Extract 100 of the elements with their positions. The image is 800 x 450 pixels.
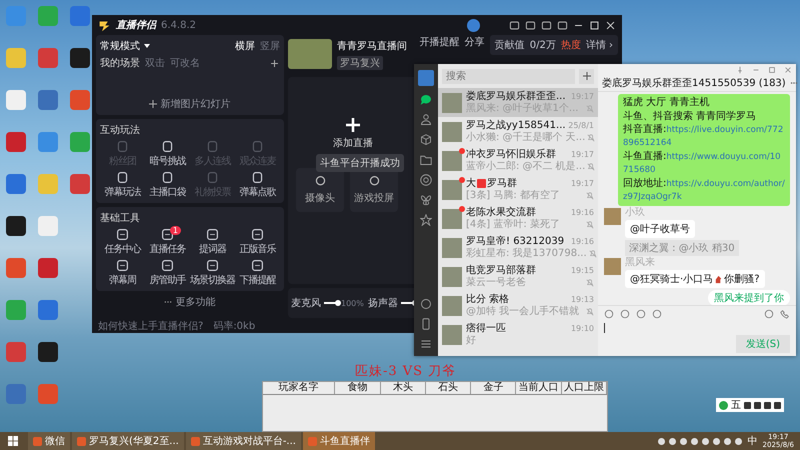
chat-time: 25/8/1 [568,120,594,132]
caret-icon [143,42,152,50]
orientation-tab[interactable]: 竖屏 [260,39,280,53]
app-version: 6.4.8.2 [161,20,196,30]
tool-icon [161,228,174,241]
tool-button[interactable]: 场景切换器 [190,259,235,287]
taskbar-item[interactable]: 微信 [28,432,70,450]
app-shortcut-icon[interactable] [70,48,90,68]
tool-button[interactable]: 直播任务 1 [145,228,190,256]
feature-icon [161,171,174,184]
feature-icon [206,140,219,153]
chat-name: 电竞罗马部落群 [466,264,536,276]
group-avatar-placeholder [442,324,462,344]
scenes-label: 我的场景 [100,56,140,70]
tool-button[interactable]: 提词器 [190,228,235,256]
add-slide-button[interactable]: 新增图片幻灯片 [149,97,231,111]
help-link[interactable]: 如何快速上手直播伴侣? [98,318,204,332]
app-shortcut-icon[interactable] [6,216,26,236]
category-tag[interactable]: 罗马复兴 [337,56,383,70]
ime-indicator[interactable]: 中 [748,434,758,448]
taskbar-item[interactable]: 互动游戏对战平台-... [186,432,301,450]
add-source-button[interactable]: 添加直播 [328,117,378,150]
chat-title: 娄底罗马娱乐群歪歪1451550539 (183) [602,76,786,90]
scene-hint: 双击 [145,56,165,70]
chat-list-item[interactable]: 老陈水果交流群 19:16 [4条] 蓝帝叶: 菜死了 [438,204,598,233]
feature-button[interactable]: 弹幕点歌 [235,171,280,199]
chat-list-item[interactable]: 罗马之战yy158541... 25/8/1 小水獭: @千王是哪个 天... [438,117,598,146]
square-emoji-icon [477,179,486,188]
chat-list-item[interactable]: 罗马皇帝! 63212039 19:16 彩虹星布: 我是1370798... [438,233,598,262]
pin-icon[interactable] [736,66,744,74]
search-field[interactable]: 搜索 [442,68,575,84]
header-action-link[interactable]: 开播提醒 [420,35,460,49]
more-features-button[interactable]: 更多功能 [164,295,216,309]
column-header: 金子 [471,382,516,394]
feature-button[interactable]: 暗号挑战 [145,140,190,168]
maximize-icon[interactable] [589,20,600,30]
message-paragraph: 斗鱼、抖音搜索 青青同学罗马 [623,110,758,122]
feature-button[interactable]: 主播口袋 [145,171,190,199]
chat-time: 19:17 [570,178,594,190]
room-title[interactable]: 青青罗马直播间 [337,38,407,52]
feature-icon [206,171,219,184]
tool-button[interactable]: 任务中心 [100,228,145,256]
emoji-icon[interactable] [604,308,614,318]
source-card[interactable]: 摄像头 [296,168,344,212]
chat-preview: 蓝帝小二郎: @不二 机是... [466,160,586,172]
column-header: 石头 [426,382,472,394]
feature-icon [116,140,129,153]
taskbar-item[interactable]: 斗鱼直播伴 [302,432,375,450]
chat-list-item[interactable]: 比分 索格 19:13 @加特 我一会儿手不错就 [438,291,598,320]
group-avatar-placeholder [442,266,462,286]
butterfly-icon[interactable] [420,194,432,206]
overlay-title: 匹妹-3 VS 刀爷 [355,363,456,380]
chat-time: 19:16 [570,236,594,248]
audio-label: 麦克风 [291,296,321,310]
cube-icon[interactable] [420,134,432,146]
user-avatar-placeholder [604,208,621,225]
logo-icon [98,18,111,32]
chat-preview: [3条] 马腾: 都有空了 [466,190,560,202]
app-title: 直播伴侣 [116,18,156,32]
phone-icon[interactable] [780,308,790,318]
group-avatar-placeholder [442,238,462,258]
game-thumbnail-placeholder [288,39,332,69]
tool-icon [206,228,219,241]
column-header: 木头 [380,382,426,394]
chat-list-item[interactable]: 痞得一匹 19:10 好 [438,320,598,349]
chat-list-item[interactable]: 电竞罗马部落群 19:15 菜云一号老爸 [438,262,598,291]
tool-icon [251,228,264,241]
chat-list-item[interactable]: 冲衣罗马怀旧娱乐群 19:17 蓝帝小二郎: @不二 机是... [438,146,598,175]
feature-button[interactable]: 弹幕玩法 [100,171,145,199]
close-icon[interactable] [605,20,616,30]
chat-time: 19:15 [570,264,594,276]
add-button[interactable] [579,68,594,84]
message-paragraph: 猛虎 大厅 青青主机 [623,97,710,108]
phone-icon[interactable] [420,318,432,330]
chat-preview: 菜云一号老爸 [466,276,526,288]
app-shortcut-icon[interactable] [38,342,58,362]
tool-button[interactable]: 正版音乐 [235,228,280,256]
tool-button[interactable]: 下播提醒 [235,259,280,287]
tool-icon [116,228,129,241]
mode-dropdown[interactable]: 常规模式 [100,39,152,53]
taskbar-item[interactable]: 罗马复兴(华夏2至... [72,432,184,450]
chat-list-item[interactable]: 大 罗马群 19:17 [3条] 马腾: 都有空了 [438,175,598,204]
stats-label: 贡献值 [494,38,525,52]
tool-button[interactable]: 房管助手 [145,259,190,287]
start-icon[interactable] [8,436,18,446]
add-icon[interactable] [269,58,280,68]
tool-icon [116,259,129,272]
contacts-icon[interactable] [420,114,432,126]
section-title: 互动玩法 [100,124,141,137]
user-avatar-placeholder [604,258,621,275]
group-avatar-placeholder [442,92,462,112]
plus-icon [582,72,590,80]
orientation-tab[interactable]: 横屏 [235,39,255,53]
header-action-link[interactable]: 分享 [464,35,485,49]
details-link[interactable]: 详情 › [586,38,613,52]
avatar-icon[interactable] [467,18,480,32]
tool-button[interactable]: 弹幕周 [100,259,145,287]
moments-icon[interactable] [420,174,432,186]
plus-icon [149,100,158,108]
star-icon[interactable] [420,214,432,226]
